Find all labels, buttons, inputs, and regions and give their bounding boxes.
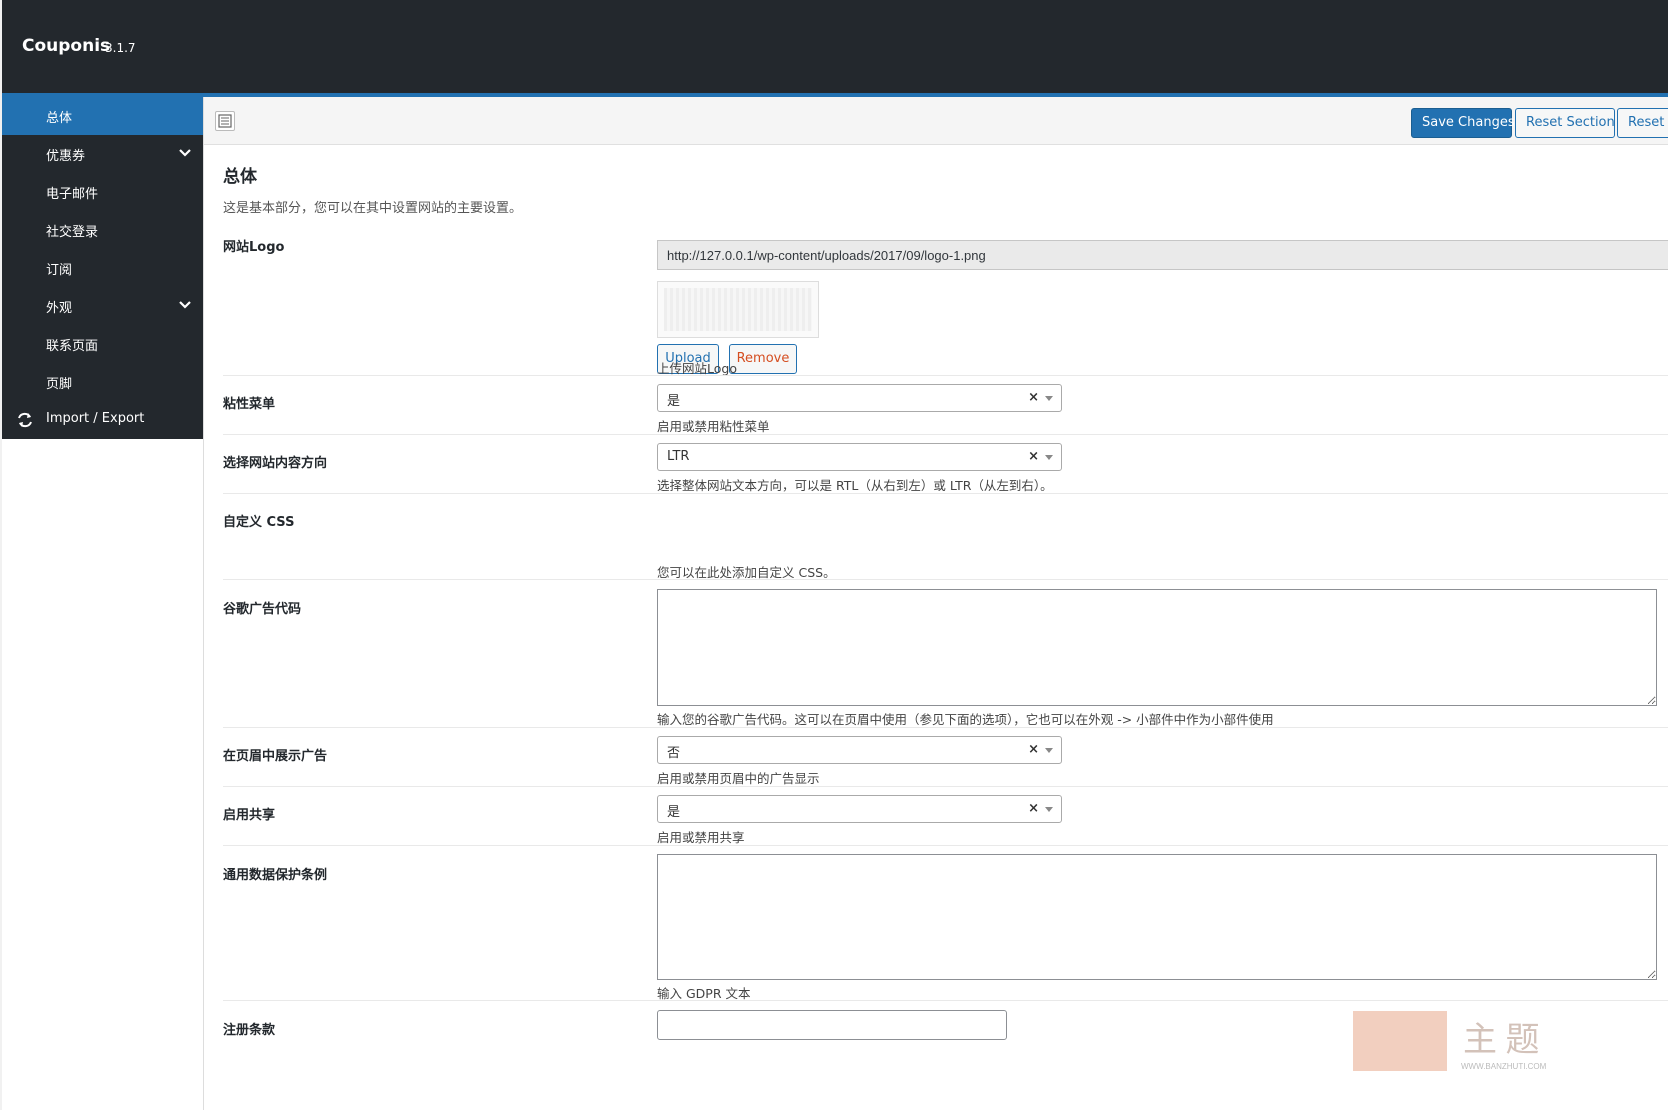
sticky-menu-select[interactable]: 是 × bbox=[657, 384, 1062, 412]
select-value: LTR bbox=[667, 449, 690, 464]
field-desc-share: 启用或禁用共享 bbox=[657, 830, 745, 845]
watermark-url: WWW.BANZHUTI.COM bbox=[1461, 1062, 1547, 1071]
sidebar-item-label: 联系页面 bbox=[46, 339, 99, 354]
sidebar-item-subscribe[interactable]: 订阅 bbox=[2, 249, 203, 287]
top-header: Couponis 3.1.7 bbox=[2, 0, 1668, 97]
share-select[interactable]: 是 × bbox=[657, 795, 1062, 823]
field-label-logo: 网站Logo bbox=[223, 240, 285, 255]
divider bbox=[223, 1000, 1668, 1001]
clear-icon[interactable]: × bbox=[1028, 390, 1039, 405]
divider bbox=[223, 375, 1668, 376]
google-ads-textarea[interactable] bbox=[657, 589, 1657, 706]
divider bbox=[223, 786, 1668, 787]
logo-preview-image bbox=[664, 288, 812, 331]
field-label-share: 启用共享 bbox=[223, 808, 276, 823]
sidebar-item-general[interactable]: 总体 bbox=[2, 97, 203, 135]
logo-url-field[interactable] bbox=[657, 240, 1668, 270]
field-label-google-ads: 谷歌广告代码 bbox=[223, 602, 302, 617]
dropdown-arrow-icon bbox=[1045, 396, 1053, 401]
field-desc-header-ads: 启用或禁用页眉中的广告显示 bbox=[657, 771, 820, 786]
sidebar-item-label: 总体 bbox=[46, 111, 73, 126]
sidebar-item-appearance[interactable]: 外观 bbox=[2, 287, 203, 325]
clear-icon[interactable]: × bbox=[1028, 742, 1039, 757]
sidebar-item-import-export[interactable]: Import / Export bbox=[2, 401, 203, 439]
section-title: 总体 bbox=[223, 167, 257, 187]
divider bbox=[223, 579, 1668, 580]
sidebar-item-footer[interactable]: 页脚 bbox=[2, 363, 203, 401]
main-panel: Save Changes Reset Section Reset Al 总体 这… bbox=[204, 97, 1668, 1110]
reset-all-button[interactable]: Reset Al bbox=[1617, 108, 1668, 138]
field-label-gdpr: 通用数据保护条例 bbox=[223, 868, 328, 883]
sidebar-item-label: 页脚 bbox=[46, 377, 73, 392]
select-value: 否 bbox=[667, 746, 681, 761]
sidebar-item-label: 优惠券 bbox=[46, 149, 86, 164]
chevron-down-icon bbox=[179, 301, 191, 309]
register-terms-input[interactable] bbox=[657, 1010, 1007, 1040]
direction-select[interactable]: LTR × bbox=[657, 443, 1062, 471]
save-changes-button[interactable]: Save Changes bbox=[1411, 108, 1515, 138]
divider bbox=[223, 434, 1668, 435]
divider bbox=[223, 493, 1668, 494]
field-label-header-ads: 在页眉中展示广告 bbox=[223, 749, 328, 764]
section-description: 这是基本部分，您可以在其中设置网站的主要设置。 bbox=[223, 201, 523, 216]
list-icon bbox=[218, 114, 232, 128]
sidebar-item-label: 电子邮件 bbox=[46, 187, 99, 202]
dropdown-arrow-icon bbox=[1045, 455, 1053, 460]
divider bbox=[223, 727, 1668, 728]
field-desc-sticky-menu: 启用或禁用粘性菜单 bbox=[657, 419, 770, 434]
dropdown-arrow-icon bbox=[1045, 807, 1053, 812]
refresh-icon bbox=[18, 412, 32, 428]
divider bbox=[223, 845, 1668, 846]
sidebar-item-social-login[interactable]: 社交登录 bbox=[2, 211, 203, 249]
options-toolbar: Save Changes Reset Section Reset Al bbox=[204, 97, 1668, 145]
sidebar-item-label: Import / Export bbox=[46, 411, 145, 426]
remove-button[interactable]: Remove bbox=[729, 344, 797, 374]
gdpr-textarea[interactable] bbox=[657, 854, 1657, 980]
expand-toggle-button[interactable] bbox=[215, 111, 235, 131]
reset-section-button[interactable]: Reset Section bbox=[1515, 108, 1615, 138]
dropdown-arrow-icon bbox=[1045, 748, 1053, 753]
clear-icon[interactable]: × bbox=[1028, 449, 1039, 464]
select-value: 是 bbox=[667, 805, 681, 820]
field-desc-direction: 选择整体网站文本方向，可以是 RTL（从右到左）或 LTR（从左到右）。 bbox=[657, 478, 1053, 493]
sidebar-item-label: 外观 bbox=[46, 301, 73, 316]
app-title: Couponis bbox=[22, 36, 111, 56]
field-label-custom-css: 自定义 CSS bbox=[223, 515, 295, 530]
field-desc-google-ads: 输入您的谷歌广告代码。这可以在页眉中使用（参见下面的选项），它也可以在外观 ->… bbox=[657, 712, 1274, 727]
field-label-register-terms: 注册条款 bbox=[223, 1023, 276, 1038]
sidebar-item-contact[interactable]: 联系页面 bbox=[2, 325, 203, 363]
watermark: 主 题 WWW.BANZHUTI.COM bbox=[1353, 1007, 1593, 1075]
select-value: 是 bbox=[667, 394, 681, 409]
sidebar-item-email[interactable]: 电子邮件 bbox=[2, 173, 203, 211]
sidebar: 总体 优惠券 电子邮件 社交登录 订阅 外观 联系页面 页脚 Import / … bbox=[2, 97, 204, 1110]
sidebar-item-coupons[interactable]: 优惠券 bbox=[2, 135, 203, 173]
sidebar-item-label: 订阅 bbox=[46, 263, 73, 278]
clear-icon[interactable]: × bbox=[1028, 801, 1039, 816]
header-ads-select[interactable]: 否 × bbox=[657, 736, 1062, 764]
sidebar-item-label: 社交登录 bbox=[46, 225, 99, 240]
field-label-direction: 选择网站内容方向 bbox=[223, 456, 328, 471]
watermark-text: 主 题 bbox=[1463, 1022, 1540, 1059]
app-version: 3.1.7 bbox=[105, 41, 136, 55]
logo-preview bbox=[657, 281, 819, 338]
chevron-down-icon bbox=[179, 149, 191, 157]
field-label-sticky-menu: 粘性菜单 bbox=[223, 397, 276, 412]
